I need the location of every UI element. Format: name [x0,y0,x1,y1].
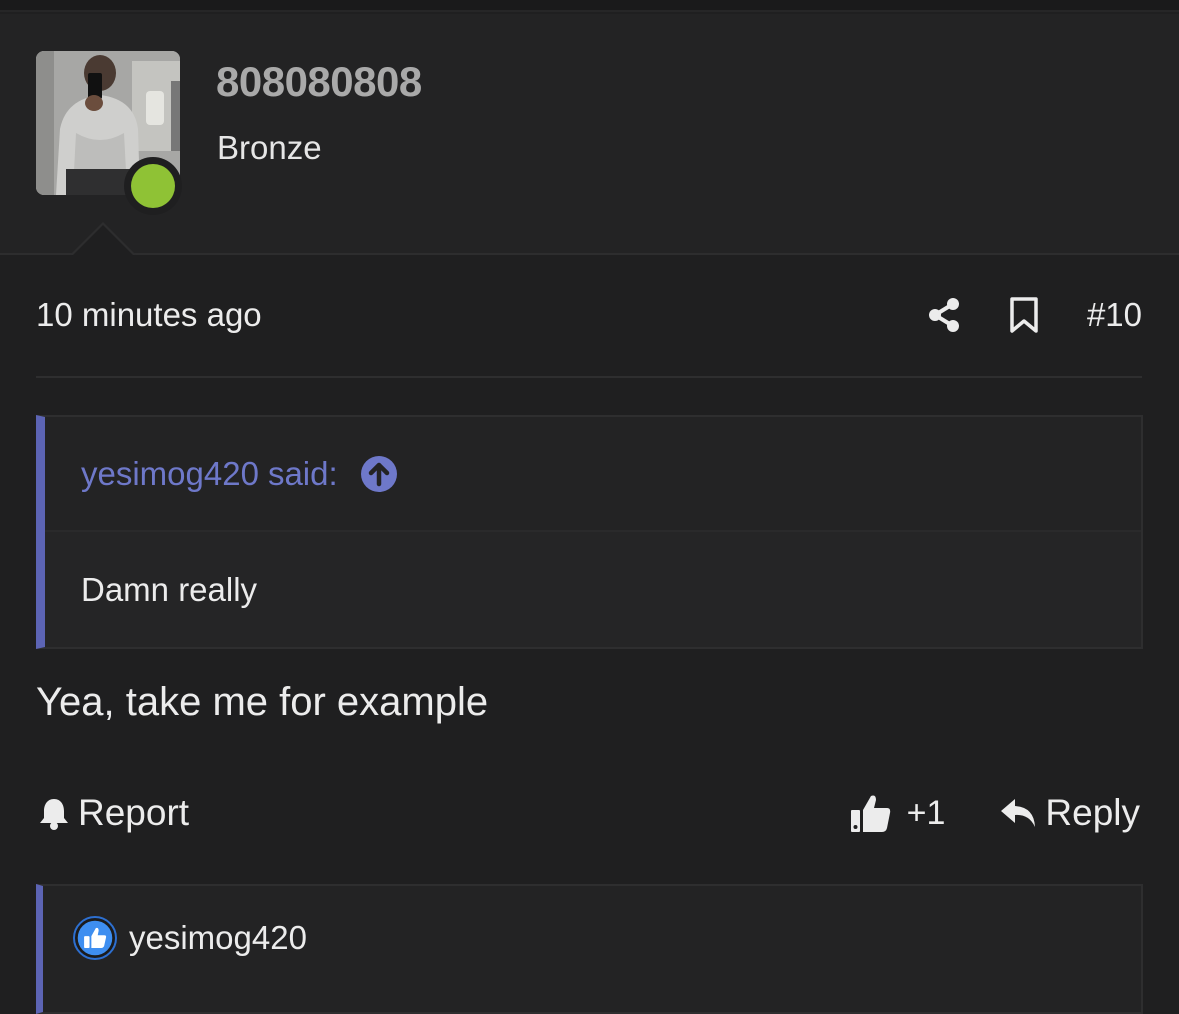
reply-icon [1001,799,1036,827]
post-number-link[interactable]: #10 [1087,296,1142,334]
report-label: Report [78,792,190,833]
quote-said-label: said: [267,454,338,492]
reaction-username[interactable]: yesimog420 [129,919,307,957]
quote-block: yesimog420 said: Damn really [36,415,1143,649]
reply-button[interactable]: Reply [999,792,1140,834]
reply-label: Reply [1045,792,1140,833]
post-timestamp[interactable]: 10 minutes ago [36,296,262,334]
quote-body: Damn really [81,570,258,608]
quote-author[interactable]: yesimog420 [81,455,259,493]
thumbs-up-icon [73,916,117,960]
reactions-bar[interactable]: yesimog420 [36,884,1143,1014]
reaction-entry[interactable]: yesimog420 [73,916,307,960]
post-body: Yea, take me for example [36,680,489,724]
quote-header: yesimog420 said: [45,417,1141,532]
username[interactable]: 808080808 [216,58,422,106]
post-actions: Report +1 Reply [36,786,1140,840]
share-icon[interactable] [927,297,961,333]
post-actions-right: +1 Reply [849,792,1140,834]
arrow-up-circle-icon[interactable] [360,455,398,493]
bookmark-icon[interactable] [1009,297,1039,333]
thumbs-up-icon [850,795,890,832]
user-rank: Bronze [217,129,322,166]
user-card: 808080808 Bronze [0,14,1179,255]
user-card-pointer-fill [72,225,134,256]
bell-icon [40,799,68,830]
post-meta: 10 minutes ago #10 [36,285,1142,345]
post-meta-actions: #10 [927,296,1142,334]
top-strip [0,0,1179,12]
report-button[interactable]: Report [36,792,189,834]
like-button[interactable]: +1 [849,792,946,834]
online-status-indicator [124,157,182,215]
divider [36,376,1142,378]
like-count: +1 [906,793,946,832]
